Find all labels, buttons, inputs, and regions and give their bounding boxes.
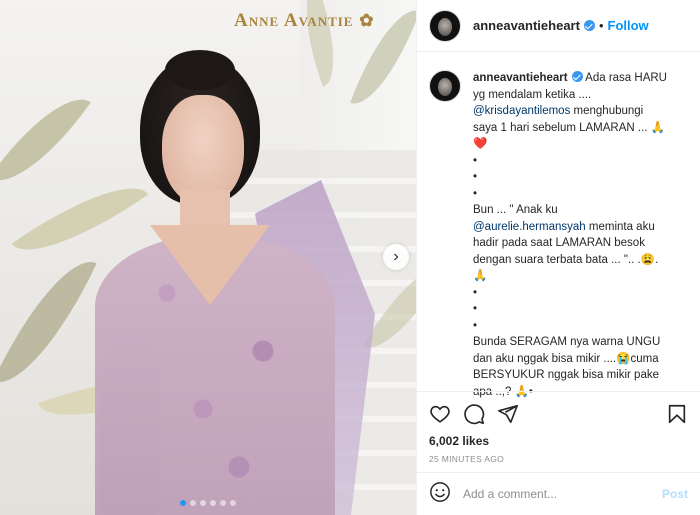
verified-badge-icon	[583, 20, 595, 31]
caption-line: dan aku nggak bisa mikir ....😭cuma	[473, 352, 659, 365]
carousel-dot	[190, 500, 196, 506]
watermark-text: Anne Avantie	[234, 10, 354, 31]
caption-line: •	[473, 171, 478, 183]
action-icons	[429, 400, 688, 428]
carousel-indicator	[0, 500, 416, 506]
follow-button[interactable]: Follow	[608, 18, 649, 33]
caption-line: •	[473, 154, 478, 167]
separator-dot: •	[598, 18, 604, 33]
caption-line: BERSYUKUR nggak bisa mikir pake	[473, 369, 659, 381]
mention-link[interactable]: @krisdayantilemos	[473, 105, 570, 117]
carousel-dot	[200, 500, 206, 506]
heart-icon[interactable]	[429, 403, 451, 425]
sleeve	[100, 330, 160, 515]
chevron-right-icon: ›	[393, 248, 399, 265]
caption-line: menghubungi	[573, 105, 644, 117]
caption-username[interactable]: anneavantieheart	[473, 72, 568, 84]
caption-line: meminta aku	[588, 220, 655, 233]
brand-watermark: Anne Avantie ✿	[234, 10, 374, 32]
carousel-dot	[210, 500, 216, 506]
caption-text: anneavantieheart Ada rasa HARU yg mendal…	[473, 70, 688, 398]
carousel-dot	[220, 500, 226, 506]
caption-line: •	[473, 187, 478, 200]
model-figure	[0, 0, 416, 515]
caption-line: •	[473, 319, 478, 332]
post-timestamp[interactable]: 25 minutes ago	[429, 454, 688, 464]
likes-count[interactable]: 6,002 likes	[429, 434, 688, 448]
caption-line: saya 1 hari sebelum LAMARAN ... 🙏	[473, 121, 666, 134]
flower-logo-icon: ✿	[359, 11, 375, 30]
bookmark-icon[interactable]	[666, 403, 688, 425]
comment-icon[interactable]	[463, 403, 485, 425]
post-comment-button[interactable]: Post	[662, 487, 688, 501]
caption-line: •	[473, 303, 478, 315]
caption-section: anneavantieheart Ada rasa HARU yg mendal…	[417, 52, 700, 398]
post-image[interactable]: Anne Avantie ✿ ›	[0, 0, 416, 515]
username-link[interactable]: anneavantieheart	[473, 18, 595, 33]
caption-line: Ada rasa HARU	[585, 72, 667, 84]
share-icon[interactable]	[497, 403, 519, 425]
caption-line: Bun ... " Anak ku	[473, 204, 558, 216]
username-text[interactable]: anneavantieheart	[473, 18, 580, 33]
caption-line: Bunda SERAGAM nya warna UNGU	[473, 336, 661, 348]
caption-line: hadir pada saat LAMARAN besok	[473, 237, 645, 249]
caption-line: yg mendalam ketika ....	[473, 88, 592, 101]
caption-avatar[interactable]	[429, 70, 461, 102]
carousel-dot	[230, 500, 236, 506]
caption-line: •	[473, 286, 478, 299]
verified-badge-icon	[571, 71, 583, 82]
comment-input[interactable]	[463, 487, 662, 501]
caption-line: 🙏	[473, 270, 488, 282]
face	[162, 95, 244, 205]
hair-bun	[165, 50, 235, 90]
comment-form: Post	[417, 472, 700, 515]
caption-line: dengan suara terbata bata ... ".. .😩.	[473, 253, 659, 266]
post-header: anneavantieheart • Follow	[417, 0, 700, 52]
post-details-panel: anneavantieheart • Follow anneavantiehea…	[416, 0, 700, 515]
post-actions: 6,002 likes 25 minutes ago	[417, 391, 700, 464]
mention-link[interactable]: @aurelie.hermansyah	[473, 221, 586, 233]
carousel-dot-active	[180, 500, 186, 506]
heart-emoji: ❤️	[473, 138, 488, 150]
emoji-icon[interactable]	[429, 481, 451, 508]
carousel-next-button[interactable]: ›	[383, 244, 409, 270]
avatar[interactable]	[429, 9, 461, 42]
